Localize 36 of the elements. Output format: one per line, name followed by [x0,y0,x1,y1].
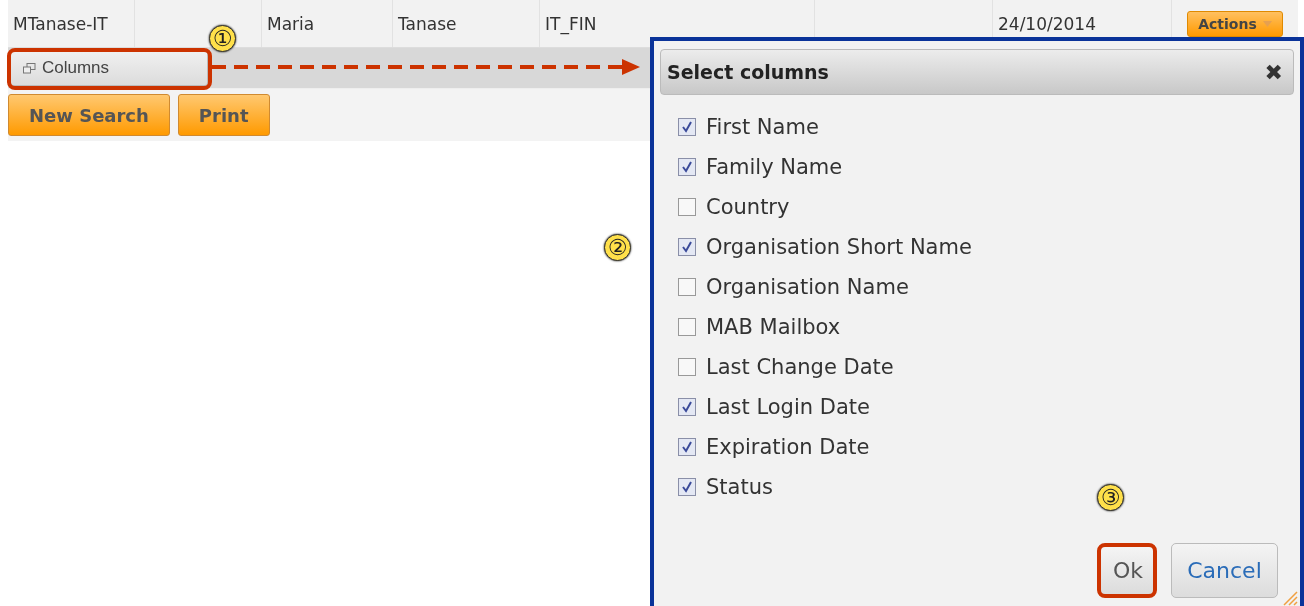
table-cell: IT_FIN [545,13,597,34]
dialog-title: Select columns [667,61,829,83]
checkbox-label: First Name [706,115,819,139]
checkbox-label: Organisation Name [706,275,909,299]
checkbox-label: Last Change Date [706,355,894,379]
checkbox-label: Expiration Date [706,435,870,459]
caret-icon [1262,20,1272,27]
ok-button[interactable]: Ok [1097,543,1157,598]
checkbox-label: Last Login Date [706,395,870,419]
checkbox[interactable] [678,438,696,456]
actions-button[interactable]: Actions [1187,10,1283,37]
checkbox-label: Country [706,195,790,219]
checkbox[interactable] [678,358,696,376]
checkbox[interactable] [678,238,696,256]
checkbox[interactable] [678,158,696,176]
columns-button[interactable]: Columns [10,50,208,86]
toolbar-button[interactable]: New Search [8,94,170,136]
checkbox[interactable] [678,278,696,296]
checkbox-label: MAB Mailbox [706,315,841,339]
cancel-button[interactable]: Cancel [1171,543,1278,598]
checkbox-label: Family Name [706,155,843,179]
windows-icon [23,62,36,74]
checkbox-label: Organisation Short Name [706,235,972,259]
table-cell: 24/10/2014 [998,13,1096,34]
toolbar-button[interactable]: Print [177,94,270,136]
close-button[interactable]: ✖ [1264,59,1283,85]
table-cell: Maria [267,13,315,34]
checkbox[interactable] [678,478,696,496]
checkbox[interactable] [678,318,696,336]
checkbox[interactable] [678,118,696,136]
table-cell: Tanase [398,13,457,34]
checkbox[interactable] [678,198,696,216]
table-cell: MTanase-IT [13,13,108,34]
checkbox-label: Status [706,475,773,499]
checkbox[interactable] [678,398,696,416]
step-marker: ② [604,234,631,261]
